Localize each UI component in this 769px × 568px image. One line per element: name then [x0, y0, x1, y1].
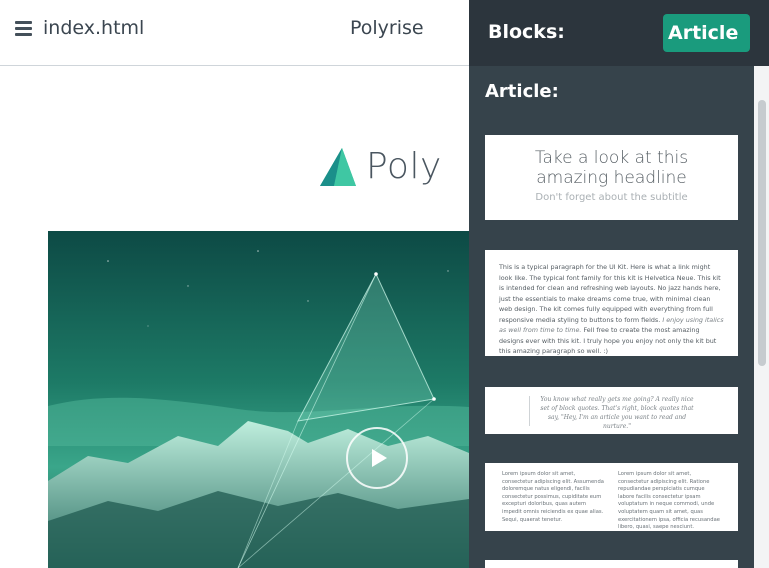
headline-block-thumbnail[interactable]: Take a look at this amazing headline Don…: [485, 135, 738, 220]
project-name: Polyrise: [350, 17, 424, 39]
hamburger-menu-icon[interactable]: [15, 21, 32, 36]
paragraph-block-thumbnail[interactable]: This is a typical paragraph for the UI K…: [485, 250, 738, 356]
category-dropdown[interactable]: Article: [663, 14, 750, 52]
play-icon: [372, 449, 387, 467]
two-column-left-text: Lorem ipsum dolor sit amet, consectetur …: [502, 471, 604, 523]
two-column-right-text: Lorem ipsum dolor sit amet, consectetur …: [618, 471, 720, 531]
paragraph-block-text: This is a typical paragraph for the UI K…: [499, 263, 724, 355]
blocks-panel: Blocks: Article Article: Take a look at …: [469, 0, 769, 568]
logo-text: Poly: [366, 146, 442, 187]
top-bar: index.html Polyrise: [0, 0, 469, 66]
headline-block-subtitle: Don't forget about the subtitle: [535, 192, 688, 203]
quote-block-text: You know what really gets me going? A re…: [540, 396, 694, 430]
quote-bar: [529, 396, 530, 426]
two-column-block-thumbnail[interactable]: Lorem ipsum dolor sit amet, consectetur …: [485, 463, 738, 531]
hero-video: [48, 231, 469, 568]
play-button[interactable]: [346, 427, 408, 489]
quote-block-thumbnail[interactable]: You know what really gets me going? A re…: [485, 387, 738, 434]
page-canvas: Poly: [0, 66, 469, 568]
poly-logo-icon: [320, 148, 356, 186]
next-block-thumbnail[interactable]: [485, 560, 738, 568]
scrollbar-thumb[interactable]: [758, 100, 766, 366]
blocks-label: Blocks:: [488, 21, 565, 43]
hero-background-image: [48, 231, 469, 568]
file-name: index.html: [43, 17, 145, 39]
blocks-panel-header: Blocks: Article: [469, 0, 769, 66]
section-title: Article:: [485, 81, 559, 102]
headline-block-title: Take a look at this amazing headline: [534, 148, 689, 188]
